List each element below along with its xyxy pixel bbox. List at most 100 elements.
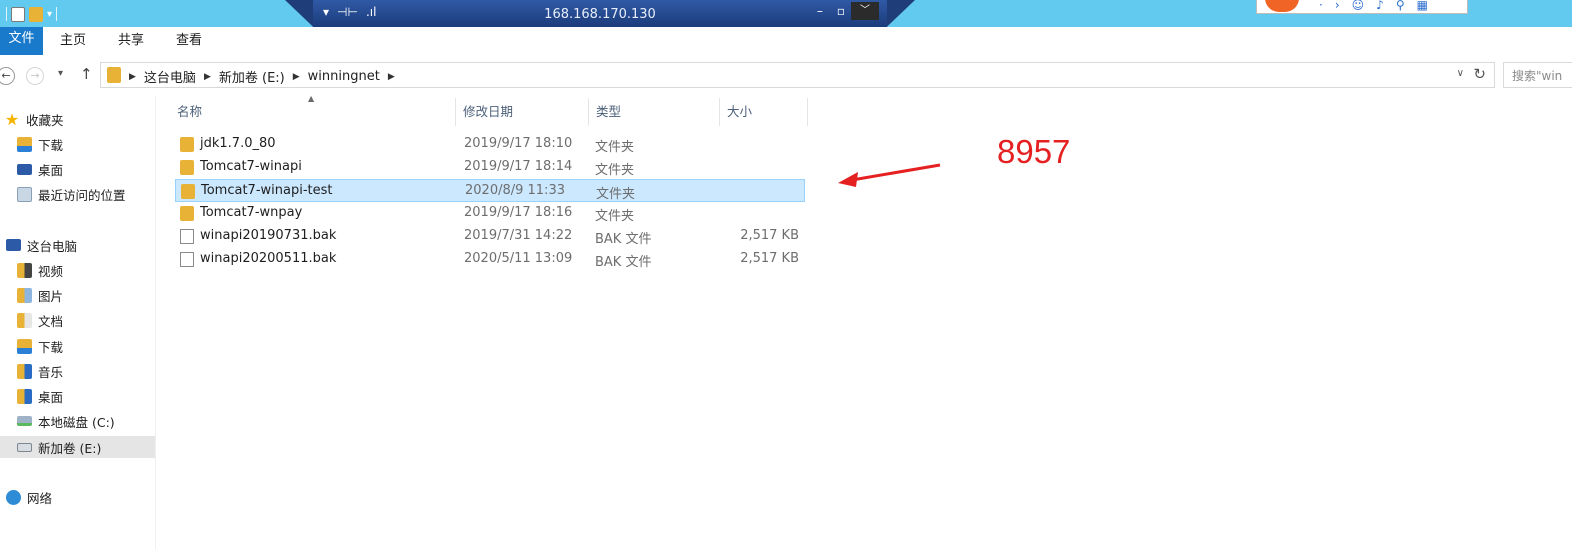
punctuation-icon[interactable]: ·: [1319, 0, 1323, 12]
sidebar-item-desktop[interactable]: 桌面: [17, 158, 63, 180]
sidebar-item-label: 新加卷 (E:): [38, 440, 102, 456]
file-date: 2019/9/17 18:14: [464, 159, 573, 174]
up-button[interactable]: ↑: [80, 65, 93, 83]
voice-icon[interactable]: ♪: [1376, 0, 1384, 12]
sidebar-item-drive-e[interactable]: 新加卷 (E:): [0, 436, 155, 458]
file-type: 文件夹: [595, 140, 635, 155]
sidebar-item-pictures[interactable]: 图片: [17, 284, 63, 306]
input-method-toolbar: · › ☺ ♪ ⚲ ▦: [1256, 0, 1468, 14]
table-row-selected[interactable]: Tomcat7-winapi-test 2020/8/9 11:33 文件夹: [175, 179, 805, 202]
separator: [6, 7, 7, 21]
minimize-icon[interactable]: –: [817, 4, 823, 18]
sort-ascending-icon: ▲: [308, 94, 315, 103]
file-size: 2,517 KB: [740, 228, 799, 243]
file-type: BAK 文件: [595, 255, 652, 270]
annotation-label: 8957: [997, 133, 1071, 170]
remote-desktop-bar: ▾ ⊣⊢ .ıl 168.168.170.130 – ▫ ﹀: [285, 0, 915, 30]
music-icon: [17, 363, 32, 379]
computer-icon: [6, 239, 21, 251]
search-input[interactable]: 搜索"win: [1503, 62, 1572, 88]
address-history-chevron-icon[interactable]: ∨: [1457, 68, 1464, 79]
breadcrumb-arrow-icon[interactable]: ▶: [204, 72, 211, 82]
sidebar-item-label: 视频: [38, 263, 64, 279]
grid-icon[interactable]: ▦: [1417, 0, 1428, 12]
sidebar-item-label: 桌面: [38, 389, 64, 405]
column-divider[interactable]: [807, 98, 808, 126]
file-date: 2020/8/9 11:33: [465, 183, 565, 198]
folder-icon: [180, 206, 194, 221]
sidebar-item-favorites[interactable]: ★ 收藏夹: [4, 108, 64, 130]
input-method-logo-icon[interactable]: [1265, 0, 1299, 12]
refresh-icon[interactable]: ↻: [1473, 65, 1486, 83]
breadcrumb-drive-e[interactable]: 新加卷 (E:): [219, 67, 285, 86]
file-date: 2019/7/31 14:22: [464, 228, 573, 243]
file-type: 文件夹: [596, 187, 636, 202]
column-header-type[interactable]: 类型: [596, 98, 621, 126]
breadcrumb-arrow-icon[interactable]: ▶: [129, 72, 136, 82]
downloads-icon: [17, 338, 32, 354]
folder-icon: [180, 160, 194, 175]
sidebar-item-label: 下载: [38, 137, 64, 153]
column-divider[interactable]: [588, 98, 589, 126]
forward-button[interactable]: →: [26, 67, 44, 85]
sidebar-item-desktop-pc[interactable]: 桌面: [17, 385, 63, 407]
desktop-folder-icon: [17, 388, 32, 404]
column-divider[interactable]: [719, 98, 720, 126]
table-row[interactable]: winapi20200511.bak 2020/5/11 13:09 BAK 文…: [175, 248, 805, 271]
breadcrumb-winningnet[interactable]: winningnet: [308, 69, 380, 84]
collapse-bar-chevron-icon[interactable]: ﹀: [851, 2, 879, 20]
sidebar-item-music[interactable]: 音乐: [17, 360, 63, 382]
sidebar-item-videos[interactable]: 视频: [17, 259, 63, 281]
documents-icon: [17, 312, 32, 328]
column-header-date[interactable]: 修改日期: [463, 98, 513, 126]
file-name: jdk1.7.0_80: [200, 136, 276, 151]
tab-view[interactable]: 查看: [176, 27, 202, 55]
tab-home[interactable]: 主页: [60, 27, 86, 55]
sidebar-item-label: 这台电脑: [27, 238, 78, 254]
sidebar-item-documents[interactable]: 文档: [17, 309, 63, 331]
sidebar-item-label: 收藏夹: [26, 112, 64, 128]
folder-icon: [181, 184, 195, 199]
properties-icon[interactable]: [11, 6, 25, 22]
column-header-name[interactable]: 名称: [177, 98, 202, 126]
tab-share[interactable]: 共享: [118, 27, 144, 55]
back-button[interactable]: ←: [0, 67, 15, 85]
breadcrumb-arrow-icon[interactable]: ▶: [388, 72, 395, 82]
restore-icon[interactable]: ▫: [837, 4, 845, 18]
title-bar: ▾ ▾ ⊣⊢ .ıl 168.168.170.130 – ▫ ﹀ · › ☺ ♪…: [0, 0, 1572, 31]
file-name: winapi20190731.bak: [200, 228, 337, 243]
emoji-icon[interactable]: ☺: [1352, 0, 1365, 12]
breadcrumb-this-pc[interactable]: 这台电脑: [144, 67, 196, 86]
breadcrumb-arrow-icon[interactable]: ▶: [293, 72, 300, 82]
annotation-arrow-icon: [838, 163, 941, 187]
file-date: 2020/5/11 13:09: [464, 251, 573, 266]
table-row[interactable]: Tomcat7-winapi 2019/9/17 18:14 文件夹: [175, 156, 805, 179]
toolbox-icon[interactable]: ⚲: [1396, 0, 1405, 12]
column-divider[interactable]: [455, 98, 456, 126]
videos-icon: [17, 262, 32, 278]
sidebar-item-network[interactable]: 网络: [6, 486, 52, 508]
new-folder-icon[interactable]: [29, 6, 43, 22]
sidebar-item-drive-c[interactable]: 本地磁盘 (C:): [17, 410, 115, 432]
folder-icon: [180, 137, 194, 152]
navigation-pane: ★ 收藏夹 下载 桌面 最近访问的位置 这台电脑 视频 图片 文档 下载 音乐 …: [0, 96, 156, 549]
table-row[interactable]: winapi20190731.bak 2019/7/31 14:22 BAK 文…: [175, 225, 805, 248]
mode-icon[interactable]: ›: [1335, 0, 1340, 12]
sidebar-item-this-pc[interactable]: 这台电脑: [6, 234, 77, 256]
file-type: 文件夹: [595, 163, 635, 178]
sidebar-item-recent-places[interactable]: 最近访问的位置: [17, 183, 126, 205]
file-name: Tomcat7-winapi: [200, 159, 302, 174]
tab-file[interactable]: 文件: [0, 27, 43, 55]
address-bar[interactable]: ▶ 这台电脑 ▶ 新加卷 (E:) ▶ winningnet ▶ ∨ ↻: [100, 62, 1495, 88]
sidebar-item-downloads-pc[interactable]: 下载: [17, 335, 63, 357]
table-row[interactable]: Tomcat7-wnpay 2019/9/17 18:16 文件夹: [175, 202, 805, 225]
sidebar-item-label: 本地磁盘 (C:): [38, 414, 115, 430]
recent-locations-chevron-icon[interactable]: ▾: [58, 68, 63, 79]
address-row: ← → ▾ ↑ ▶ 这台电脑 ▶ 新加卷 (E:) ▶ winningnet ▶…: [0, 60, 1572, 91]
pictures-icon: [17, 287, 32, 303]
table-row[interactable]: jdk1.7.0_80 2019/9/17 18:10 文件夹: [175, 133, 805, 156]
column-header-size[interactable]: 大小: [727, 98, 752, 126]
sidebar-item-downloads[interactable]: 下载: [17, 133, 63, 155]
customize-toolbar-chevron-icon[interactable]: ▾: [47, 9, 52, 20]
input-method-icons: · › ☺ ♪ ⚲ ▦: [1319, 0, 1428, 12]
